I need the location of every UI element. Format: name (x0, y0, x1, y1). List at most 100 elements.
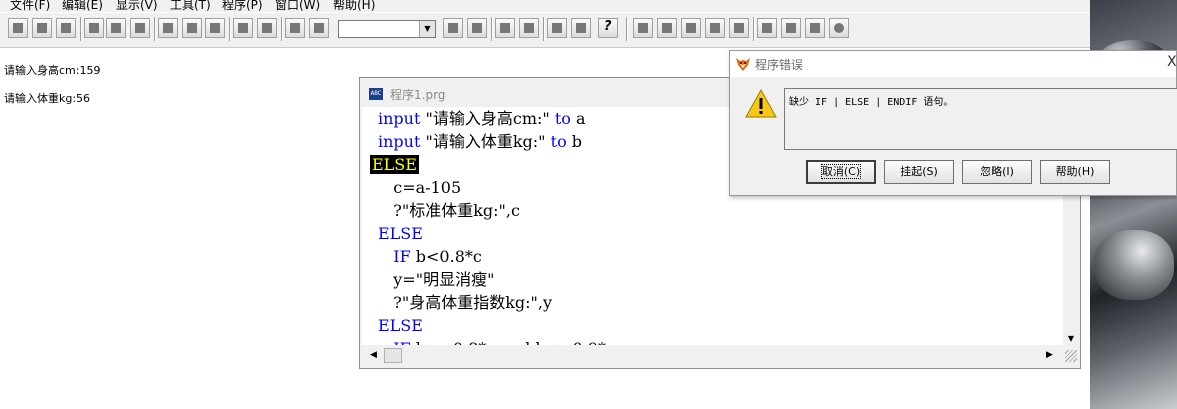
code-text: ?"身高体重指数kg:",y (393, 293, 553, 312)
code-line: IF b<0.8*c (378, 245, 482, 268)
toolbar-separator (154, 17, 156, 41)
toolbar-separator (753, 17, 755, 41)
scroll-thumb[interactable] (384, 348, 402, 363)
code-line: ?"标准体重kg:",c (378, 199, 520, 222)
copy-icon[interactable] (182, 18, 202, 38)
report-icon[interactable] (467, 18, 487, 38)
connect-icon[interactable] (705, 18, 725, 38)
menu-view[interactable]: 显示(V) (116, 0, 158, 12)
code-keyword: ELSE (378, 316, 423, 335)
code-line: input "请输入体重kg:" to b (378, 130, 582, 153)
menu-tools[interactable]: 工具(T) (170, 0, 211, 12)
form-icon[interactable] (443, 18, 463, 38)
menu-window[interactable]: 窗口(W) (275, 0, 320, 12)
error-message: 缺少 IF | ELSE | ENDIF 语句。 (789, 97, 954, 108)
program-file-icon: ABC (369, 88, 383, 100)
code-line: input "请输入身高cm:" to a (378, 107, 586, 130)
menu-program[interactable]: 程序(P) (222, 0, 263, 12)
wallpaper-swirl (1094, 230, 1174, 300)
data-session-icon[interactable] (519, 18, 539, 38)
close-icon[interactable]: X (1167, 54, 1177, 70)
debug-icon[interactable] (781, 18, 801, 38)
toolbar-separator (229, 17, 231, 41)
redo-icon[interactable] (257, 18, 277, 38)
paste-icon[interactable] (205, 18, 225, 38)
toolbar-separator (80, 17, 82, 41)
warning-icon (745, 89, 777, 118)
help-button[interactable]: 帮助(H) (1040, 160, 1110, 184)
command-window-icon[interactable] (547, 18, 567, 38)
properties-icon[interactable] (571, 18, 591, 38)
resize-grip[interactable] (1065, 350, 1077, 362)
scroll-right-arrow-icon[interactable]: ▶ (1046, 348, 1058, 362)
toolbar-separator (281, 17, 283, 41)
view-icon[interactable] (729, 18, 749, 38)
code-line: IF b>=0.8*c and b<=0.9*c (378, 337, 615, 345)
toolbar-separator (543, 17, 545, 41)
run-icon[interactable] (285, 18, 305, 38)
code-text: c=a-105 (393, 178, 462, 197)
code-keyword: IF (393, 247, 411, 266)
code-line: ELSE (378, 314, 423, 337)
code-line: ELSE (378, 222, 423, 245)
code-line: ?"身高体重指数kg:",y (378, 291, 552, 314)
code-text: "请输入体重kg:" (420, 132, 551, 151)
ignore-button[interactable]: 忽略(I) (962, 160, 1032, 184)
spell-check-icon[interactable] (130, 18, 150, 38)
error-message-box: 缺少 IF | ELSE | ENDIF 语句。 (784, 88, 1177, 150)
window-icon[interactable] (805, 18, 825, 38)
print-preview-icon[interactable] (106, 18, 126, 38)
menu-edit[interactable]: 编辑(E) (62, 0, 103, 12)
code-icon[interactable] (757, 18, 777, 38)
menu-help[interactable]: 帮助(H) (333, 0, 375, 12)
cut-icon[interactable] (158, 18, 178, 38)
output-line: 请输入身高cm:159 (4, 64, 101, 77)
toolbar-combo-box[interactable]: ▼ (338, 20, 436, 38)
code-keyword: IF (393, 339, 410, 345)
dialog-title: 程序错误 (755, 58, 804, 72)
code-text: "请输入身高cm:" (420, 109, 555, 128)
save-icon[interactable] (56, 18, 76, 38)
program-error-dialog: 程序错误 X 缺少 IF | ELSE | ENDIF 语句。 取消(C) 挂起… (729, 50, 1177, 196)
code-text: b>=0.8*c and b<=0.9*c (411, 339, 615, 345)
code-text: y="明显消瘦" (393, 270, 495, 289)
code-line: c=a-105 (378, 176, 461, 199)
code-keyword: to (550, 132, 567, 151)
code-line: ELSE (370, 153, 419, 176)
delete-icon[interactable] (681, 18, 701, 38)
dialog-title-bar[interactable]: 程序错误 X (730, 51, 1177, 77)
add-icon[interactable] (657, 18, 677, 38)
toolbar-separator (491, 17, 493, 41)
scroll-down-arrow-icon[interactable]: ▼ (1063, 332, 1079, 345)
code-keyword: input (378, 132, 421, 151)
print-icon[interactable] (84, 18, 104, 38)
horizontal-scrollbar[interactable]: ◀ ▶ (362, 346, 1063, 364)
code-keyword: input (378, 109, 421, 128)
scroll-left-arrow-icon[interactable]: ◀ (370, 348, 382, 362)
code-text: a (570, 109, 586, 128)
chevron-down-icon[interactable]: ▼ (419, 21, 435, 37)
builder-icon[interactable] (633, 18, 653, 38)
database-icon[interactable] (495, 18, 515, 38)
menu-file[interactable]: 文件(F) (10, 0, 50, 12)
open-folder-icon[interactable] (32, 18, 52, 38)
menu-bar: 文件(F) 编辑(E) 显示(V) 工具(T) 程序(P) 窗口(W) 帮助(H… (0, 0, 1090, 12)
stop-icon[interactable] (829, 18, 849, 38)
cancel-button[interactable]: 取消(C) (806, 160, 876, 184)
code-error-highlight: ELSE (370, 155, 419, 174)
suspend-button[interactable]: 挂起(S) (884, 160, 954, 184)
help-icon[interactable]: ? (598, 18, 618, 38)
modify-icon[interactable] (309, 18, 329, 38)
editor-title: 程序1.prg (390, 88, 446, 102)
undo-icon[interactable] (233, 18, 253, 38)
standard-toolbar: ▼ ? (0, 13, 1090, 48)
code-text: b<0.8*c (410, 247, 482, 266)
code-keyword: ELSE (378, 224, 423, 243)
new-file-icon[interactable] (8, 18, 28, 38)
